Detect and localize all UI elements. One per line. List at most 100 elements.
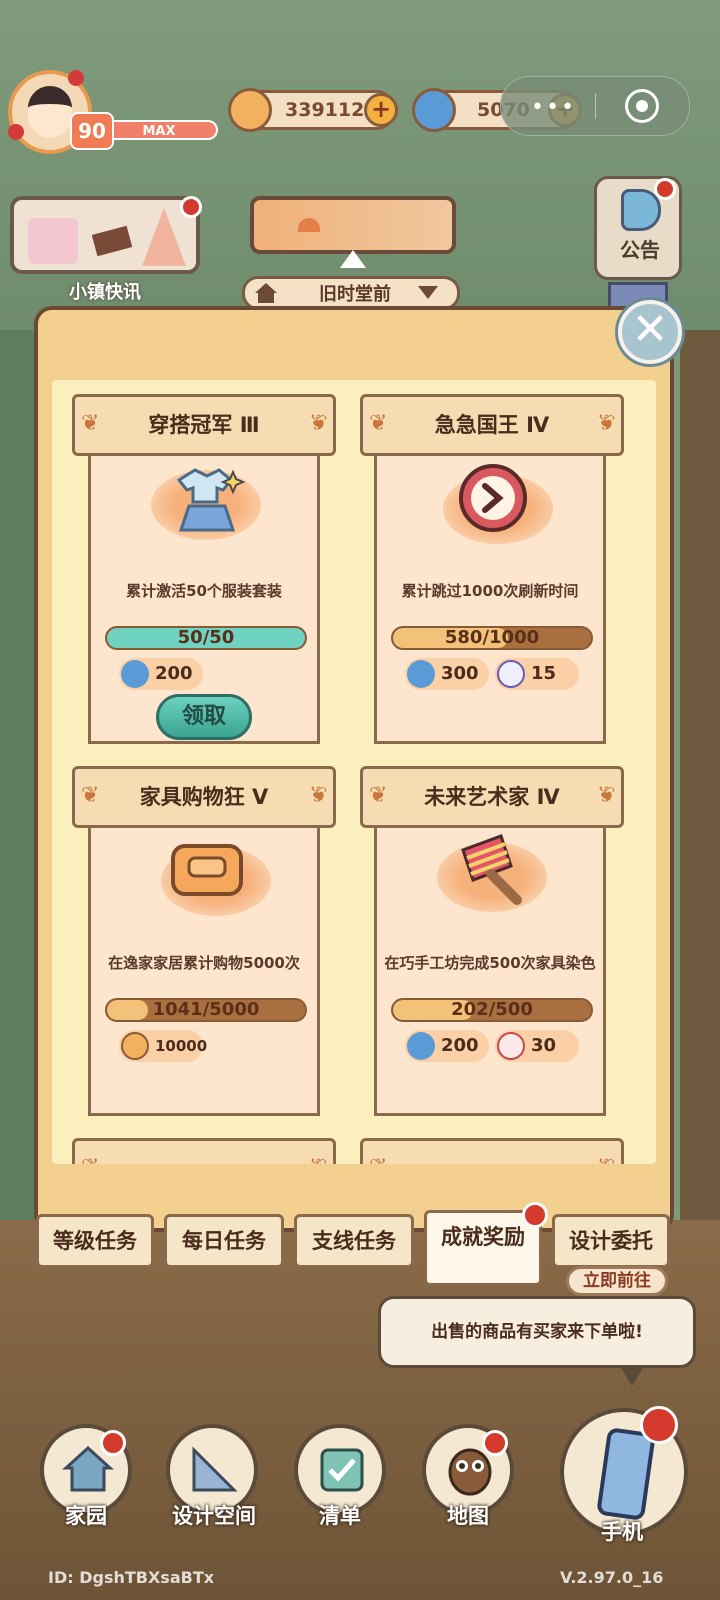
chocolate-icon — [91, 225, 133, 257]
more-icon[interactable]: ••• — [531, 95, 576, 120]
reward-chip: 300 — [405, 658, 489, 690]
player-id: ID: DgshTBXsaBTx — [48, 1568, 215, 1587]
achievement-banner-partial — [72, 1138, 336, 1164]
swirl-gem-icon — [407, 660, 435, 688]
achievement-title: 急急国王 Ⅳ — [434, 413, 550, 437]
go-now-button[interactable]: 立即前往 — [566, 1266, 668, 1296]
achievement-card: 在巧手工坊完成500次家具染色 202/500 200 30 — [374, 820, 606, 1116]
order-toast[interactable]: 出售的商品有买家来下单啦! — [378, 1296, 696, 1368]
capsule-divider — [595, 93, 596, 119]
progress-bar: 50/50 — [105, 626, 307, 650]
nav-design-space-label: 设计空间 — [172, 1504, 256, 1528]
reward-chip: 10000 — [119, 1030, 207, 1062]
outfit-icon — [176, 468, 246, 532]
coin-icon — [121, 1032, 149, 1060]
room-name: 旧时堂前 — [319, 284, 391, 305]
reward-chip: 200 — [119, 658, 203, 690]
nav-notification-dot — [482, 1430, 508, 1456]
achievement-card: 累计跳过1000次刷新时间 580/1000 300 15 — [374, 448, 606, 744]
rose-decoration-icon — [68, 70, 84, 86]
tab-design-commission[interactable]: 设计委托 — [552, 1214, 670, 1268]
achievement-title: 穿搭冠军 Ⅲ — [148, 413, 260, 437]
mini-program-capsule: ••• — [500, 76, 690, 136]
reward-value: 15 — [531, 663, 557, 684]
notice-label: 公告 — [620, 238, 660, 262]
exp-bar: MAX — [100, 120, 218, 140]
progress-bar: 580/1000 — [391, 626, 593, 650]
paint-brush-icon — [461, 834, 522, 905]
news-notification-dot — [180, 196, 202, 218]
progress-text: 580/1000 — [444, 627, 540, 648]
progress-text: 1041/5000 — [152, 999, 260, 1020]
voucher-icon — [497, 660, 525, 688]
progress-bar: 202/500 — [391, 998, 593, 1022]
christmas-tree-icon — [142, 208, 186, 266]
progress-text: 202/500 — [451, 999, 533, 1020]
tab-daily-tasks[interactable]: 每日任务 — [164, 1214, 284, 1268]
cake-icon — [28, 218, 78, 264]
achievement-description: 在逸家家居累计购物5000次 — [108, 954, 300, 972]
achievement-banner: 急急国王 Ⅳ — [360, 394, 624, 456]
clock-icon — [459, 464, 527, 532]
room-thumbnail[interactable] — [250, 196, 456, 254]
add-coin-button[interactable]: + — [364, 93, 398, 127]
toast-tail — [620, 1366, 644, 1386]
swirl-gem-icon — [407, 1032, 435, 1060]
ruler-icon — [192, 1446, 238, 1492]
ticket-icon — [497, 1032, 525, 1060]
achievement-title: 家具购物狂 Ⅴ — [139, 785, 269, 809]
reward-value: 300 — [441, 663, 479, 684]
nav-notification-dot — [100, 1430, 126, 1456]
reward-chip: 30 — [495, 1030, 579, 1062]
reward-value: 200 — [441, 1035, 479, 1056]
house-icon — [255, 283, 277, 303]
nav-notification-dot — [640, 1406, 678, 1444]
nav-home-label: 家园 — [65, 1504, 107, 1528]
reward-value: 200 — [155, 663, 193, 684]
progress-text: 50/50 — [177, 627, 235, 648]
reward-chip: 200 — [405, 1030, 489, 1062]
reward-value: 10000 — [155, 1037, 208, 1055]
achievement-banner: 家具购物狂 Ⅴ — [72, 766, 336, 828]
achievement-banner: 未来艺术家 Ⅳ — [360, 766, 624, 828]
rose-decoration-icon — [8, 124, 24, 140]
swirl-gem-icon — [412, 88, 456, 132]
close-icon: ✕ — [631, 304, 669, 355]
achievement-description: 在巧手工坊完成500次家具染色 — [384, 954, 596, 972]
level-badge: 90 — [70, 112, 114, 150]
tab-side-tasks[interactable]: 支线任务 — [294, 1214, 414, 1268]
pointer-up-icon — [340, 250, 366, 268]
nav-map-label: 地图 — [447, 1504, 489, 1528]
achievement-title: 未来艺术家 Ⅳ — [424, 785, 560, 809]
coin-value: 339112 — [285, 99, 365, 121]
sofa-icon — [171, 844, 243, 896]
claim-button[interactable]: 领取 — [156, 694, 252, 740]
nav-checklist-label: 清单 — [319, 1504, 361, 1528]
town-news-card[interactable] — [10, 196, 200, 274]
notice-notification-dot — [654, 178, 676, 200]
nav-phone-label: 手机 — [601, 1520, 643, 1544]
scene-background-right — [680, 330, 720, 1220]
close-target-icon[interactable] — [625, 89, 659, 123]
achievement-banner: 穿搭冠军 Ⅲ — [72, 394, 336, 456]
achievement-banner-partial — [360, 1138, 624, 1164]
tab-notification-dot — [522, 1202, 548, 1228]
achievement-description: 累计激活50个服装套装 — [126, 582, 282, 600]
tab-level-tasks[interactable]: 等级任务 — [36, 1214, 154, 1268]
reward-value: 30 — [531, 1035, 557, 1056]
progress-bar: 1041/5000 — [105, 998, 307, 1022]
sun-icon — [298, 218, 320, 232]
avatar-face — [28, 86, 72, 138]
chevron-down-icon[interactable] — [418, 286, 438, 299]
coin-icon — [228, 88, 272, 132]
achievement-list: 累计激活50个服装套装 50/50 200 穿搭冠军 Ⅲ 累计跳过1000次刷新… — [52, 380, 656, 1164]
achievement-card: 在逸家家居累计购物5000次 1041/5000 10000 — [88, 820, 320, 1116]
town-news-label: 小镇快讯 — [69, 282, 141, 303]
exp-label: MAX — [142, 124, 176, 139]
achievement-description: 累计跳过1000次刷新时间 — [401, 582, 579, 600]
app-version: V.2.97.0_16 — [560, 1568, 664, 1587]
checklist-icon — [320, 1448, 364, 1492]
swirl-gem-icon — [121, 660, 149, 688]
reward-chip: 15 — [495, 658, 579, 690]
close-button[interactable]: ✕ — [618, 300, 682, 364]
